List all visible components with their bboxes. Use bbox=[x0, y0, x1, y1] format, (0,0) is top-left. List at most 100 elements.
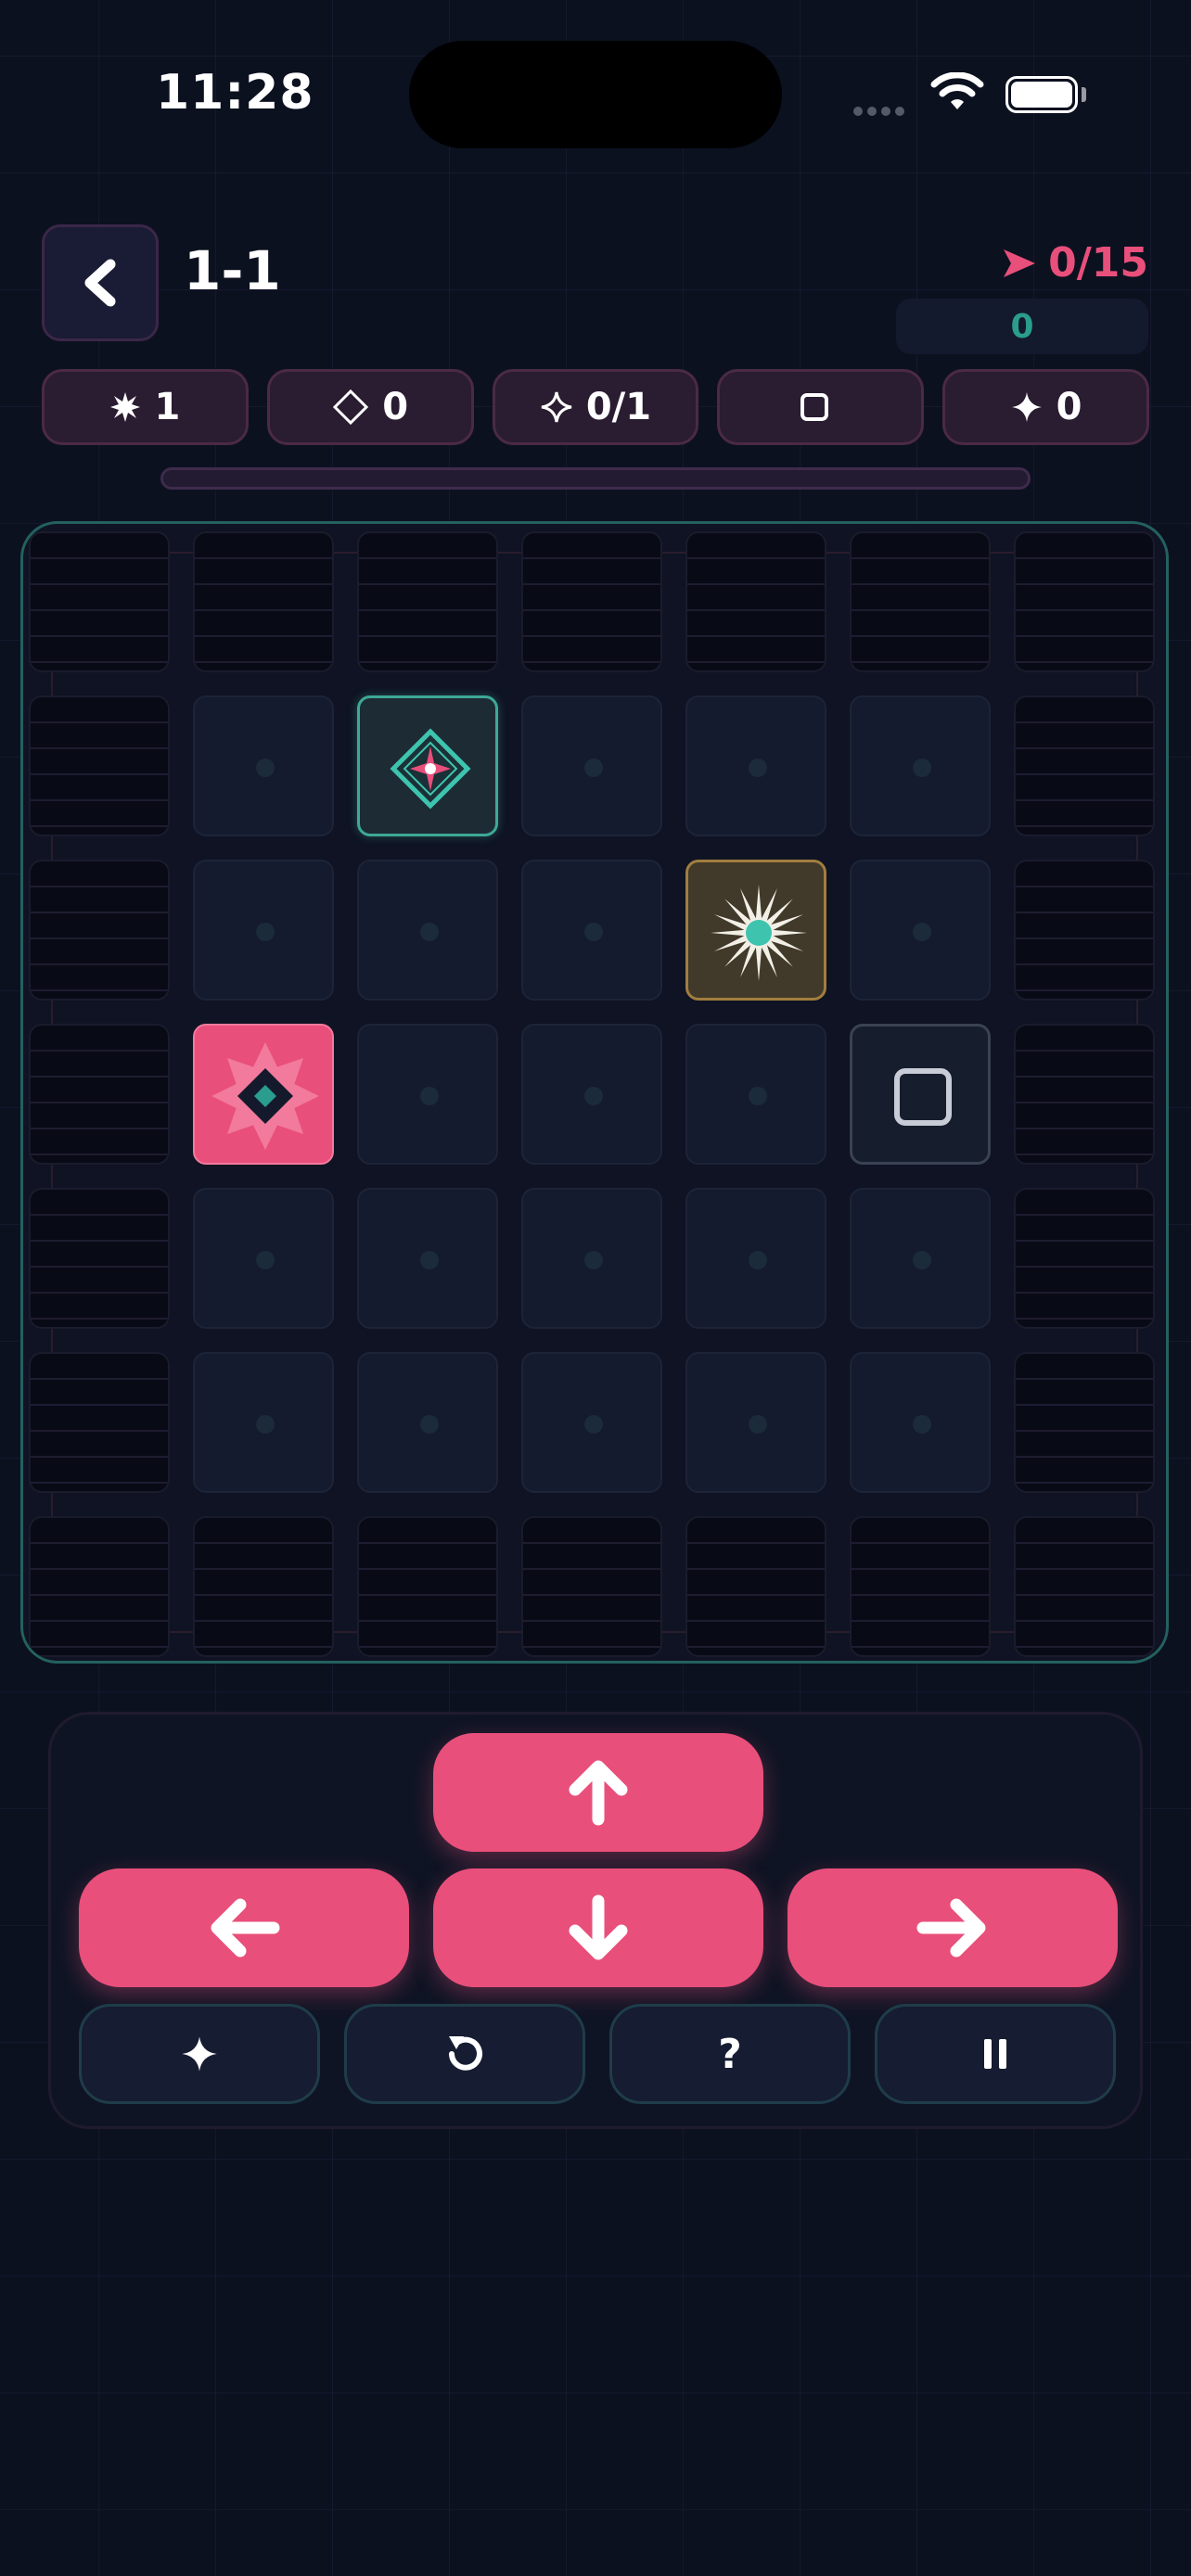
wall-tile bbox=[850, 1516, 991, 1657]
floor-tile bbox=[521, 1188, 662, 1329]
floor-tile bbox=[357, 1024, 498, 1165]
chevron-left-icon bbox=[84, 259, 116, 307]
floor-dot bbox=[256, 1415, 275, 1434]
wall-tile bbox=[29, 860, 170, 1001]
help-button[interactable]: ? bbox=[609, 2004, 851, 2104]
sparkle-solid-icon bbox=[1011, 392, 1042, 422]
floor-dot bbox=[420, 1415, 439, 1434]
wall-tile bbox=[29, 531, 170, 672]
floor-dot bbox=[256, 1251, 275, 1269]
counter-sparkle-solid: 0 bbox=[942, 369, 1149, 445]
floor-dot bbox=[749, 759, 767, 777]
floor-tile bbox=[357, 1352, 498, 1493]
star-tile bbox=[685, 860, 826, 1001]
floor-tile bbox=[193, 1188, 334, 1329]
wall-tile bbox=[29, 1352, 170, 1493]
counter-value: 0 bbox=[1056, 386, 1082, 428]
move-right-button[interactable] bbox=[788, 1868, 1118, 1987]
counter-square bbox=[717, 369, 925, 445]
floor-tile bbox=[193, 695, 334, 836]
burst-icon bbox=[110, 392, 141, 422]
floor-tile bbox=[193, 1352, 334, 1493]
wall-tile bbox=[357, 1516, 498, 1657]
arrow-left-icon bbox=[211, 1898, 280, 1958]
game-board[interactable] bbox=[20, 521, 1169, 1664]
back-button[interactable] bbox=[42, 224, 159, 341]
wall-tile bbox=[29, 1024, 170, 1165]
floor-dot bbox=[749, 1251, 767, 1269]
wall-tile bbox=[1014, 1024, 1155, 1165]
floor-tile bbox=[521, 1024, 662, 1165]
floor-dot bbox=[256, 923, 275, 941]
progress-bar bbox=[160, 467, 1031, 490]
pause-icon bbox=[984, 2039, 1006, 2069]
floor-dot bbox=[584, 1251, 603, 1269]
arrow-down-icon bbox=[569, 1894, 628, 1960]
wall-tile bbox=[29, 1188, 170, 1329]
star-burst-icon bbox=[711, 885, 807, 981]
floor-dot bbox=[420, 923, 439, 941]
floor-tile bbox=[685, 695, 826, 836]
floor-dot bbox=[584, 923, 603, 941]
counters-row: 1 0 0/1 0 bbox=[42, 369, 1149, 445]
sparkle-solid-icon bbox=[182, 2036, 217, 2072]
goal-diamond-icon bbox=[390, 728, 471, 810]
wifi-icon bbox=[930, 71, 984, 117]
floor-tile bbox=[521, 860, 662, 1001]
floor-tile bbox=[357, 860, 498, 1001]
diamond-outline-icon bbox=[333, 389, 369, 426]
floor-tile bbox=[521, 1352, 662, 1493]
floor-dot bbox=[749, 1087, 767, 1105]
wall-tile bbox=[29, 695, 170, 836]
arrow-up-icon bbox=[569, 1760, 628, 1826]
wall-tile bbox=[357, 531, 498, 672]
wall-tile bbox=[1014, 1352, 1155, 1493]
hint-button[interactable] bbox=[79, 2004, 320, 2104]
block-tile bbox=[850, 1024, 991, 1165]
wall-tile bbox=[193, 1516, 334, 1657]
floor-dot bbox=[913, 1251, 931, 1269]
wall-tile bbox=[1014, 695, 1155, 836]
controls-panel: ? bbox=[48, 1712, 1143, 2129]
counter-sparkle: 0/1 bbox=[492, 369, 699, 445]
wall-tile bbox=[29, 1516, 170, 1657]
floor-tile bbox=[850, 695, 991, 836]
level-title: 1-1 bbox=[184, 239, 281, 302]
move-left-button[interactable] bbox=[79, 1868, 409, 1987]
wall-tile bbox=[193, 531, 334, 672]
move-down-button[interactable] bbox=[433, 1868, 763, 1987]
square-outline-icon bbox=[800, 393, 828, 421]
floor-dot bbox=[584, 1087, 603, 1105]
moves-value: 0/15 bbox=[1048, 239, 1148, 287]
battery-icon bbox=[1005, 76, 1078, 113]
score-box: 0 bbox=[896, 299, 1148, 354]
counter-diamond: 0 bbox=[266, 369, 474, 445]
floor-dot bbox=[256, 759, 275, 777]
question-icon: ? bbox=[718, 2030, 742, 2078]
wall-tile bbox=[521, 1516, 662, 1657]
counter-burst: 1 bbox=[42, 369, 249, 445]
floor-dot bbox=[913, 923, 931, 941]
wall-tile bbox=[1014, 1516, 1155, 1657]
send-arrow-icon bbox=[1004, 249, 1036, 277]
cellular-signal-icon bbox=[853, 102, 909, 120]
wall-tile bbox=[1014, 860, 1155, 1001]
block-square-icon bbox=[894, 1068, 952, 1126]
wall-tile bbox=[685, 1516, 826, 1657]
restart-button[interactable] bbox=[344, 2004, 585, 2104]
floor-dot bbox=[913, 1415, 931, 1434]
floor-tile bbox=[850, 1352, 991, 1493]
pause-button[interactable] bbox=[875, 2004, 1116, 2104]
floor-tile bbox=[357, 1188, 498, 1329]
wall-tile bbox=[1014, 531, 1155, 672]
move-up-button[interactable] bbox=[433, 1733, 763, 1852]
battery-tip bbox=[1082, 87, 1086, 102]
counter-value: 0 bbox=[382, 386, 409, 428]
floor-dot bbox=[584, 759, 603, 777]
goal-tile bbox=[357, 695, 498, 836]
score-value: 0 bbox=[1010, 307, 1034, 346]
player-icon bbox=[211, 1042, 319, 1150]
status-time: 11:28 bbox=[156, 65, 314, 121]
floor-dot bbox=[913, 759, 931, 777]
dynamic-island bbox=[409, 41, 782, 148]
